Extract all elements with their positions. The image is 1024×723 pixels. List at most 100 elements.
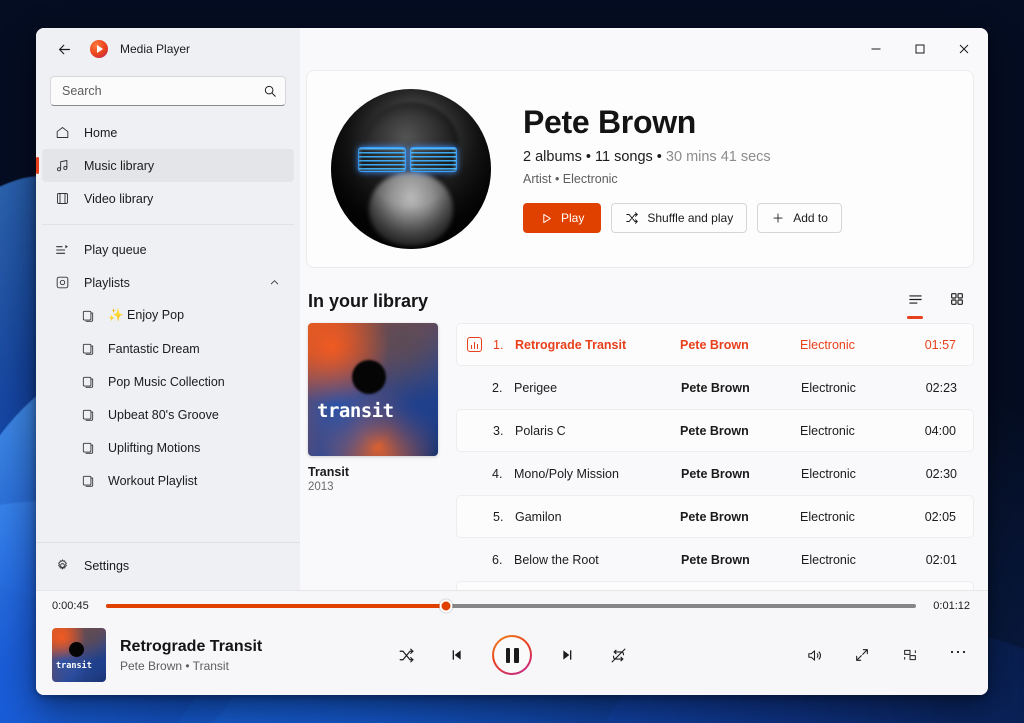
artist-stats: 2 albums • 11 songs • 30 mins 41 secs xyxy=(523,149,949,165)
sidebar-item-video-library[interactable]: Video library xyxy=(42,182,294,215)
album-cover[interactable]: transit xyxy=(308,323,438,456)
play-button-label: Play xyxy=(561,211,585,226)
sidebar-item-label: Music library xyxy=(84,158,155,173)
maximize-button[interactable] xyxy=(898,28,942,70)
minimize-button[interactable] xyxy=(854,28,898,70)
sidebar-playlist-uplifting-motions[interactable]: Uplifting Motions xyxy=(42,431,294,464)
sidebar-playlist-workout-playlist[interactable]: Workout Playlist xyxy=(42,464,294,497)
seek-fill xyxy=(106,604,447,608)
track-artist: Pete Brown xyxy=(680,509,749,524)
track-number: 6. xyxy=(492,552,503,567)
album-card[interactable]: transit Transit 2013 xyxy=(306,323,446,590)
controls-row: transit Retrograde Transit Pete Brown • … xyxy=(36,621,988,695)
table-row[interactable]: 3. Polaris C Pete Brown Electronic 04:00 xyxy=(456,409,974,452)
sidebar-group-playlists[interactable]: Playlists xyxy=(42,266,294,299)
previous-track-icon[interactable] xyxy=(442,641,470,669)
chevron-up-icon[interactable] xyxy=(269,277,280,288)
track-duration: 01:57 xyxy=(924,337,956,352)
track-number: 1. xyxy=(493,337,504,352)
seek-thumb[interactable] xyxy=(439,599,453,613)
track-duration: 02:30 xyxy=(925,466,957,481)
seek-slider[interactable] xyxy=(106,599,916,613)
artist-info: Pete Brown 2 albums • 11 songs • 30 mins… xyxy=(523,103,949,234)
sidebar-item-settings[interactable]: Settings xyxy=(42,549,294,582)
sidebar-playlist-upbeat-80s-groove[interactable]: Upbeat 80's Groove xyxy=(42,398,294,431)
video-frame-icon xyxy=(54,191,70,206)
track-genre: Electronic xyxy=(800,337,855,352)
media-player-window: Media Player Search Home Music library V… xyxy=(36,28,988,695)
shuffle-and-play-button[interactable]: Shuffle and play xyxy=(611,203,748,234)
track-title: Perigee xyxy=(514,380,558,395)
playlist-label: Fantastic Dream xyxy=(108,341,200,356)
shuffle-button-label: Shuffle and play xyxy=(647,211,734,226)
next-track-icon[interactable] xyxy=(554,641,582,669)
sidebar-playlist-fantastic-dream[interactable]: Fantastic Dream xyxy=(42,332,294,365)
track-artist: Pete Brown xyxy=(680,423,749,438)
table-row[interactable]: 7. Major Atway's Nightmare Pete Brown El… xyxy=(456,581,974,590)
table-row[interactable]: 2. Perigee Pete Brown Electronic 02:23 xyxy=(456,366,974,409)
sidebar-header: Media Player xyxy=(36,28,300,70)
track-title: Polaris C xyxy=(515,423,566,438)
play-queue-icon xyxy=(54,242,70,258)
library-section-header: In your library xyxy=(308,286,970,312)
sidebar-group-label: Playlists xyxy=(84,275,130,290)
playlist-label: Uplifting Motions xyxy=(108,440,201,455)
playlist-icon xyxy=(80,441,96,455)
add-to-button[interactable]: Add to xyxy=(757,203,842,234)
window-body: Media Player Search Home Music library V… xyxy=(36,28,988,590)
shuffle-icon[interactable] xyxy=(392,641,420,669)
volume-icon[interactable] xyxy=(800,641,828,669)
artist-header-card: Pete Brown 2 albums • 11 songs • 30 mins… xyxy=(306,70,974,268)
table-row[interactable]: 5. Gamilon Pete Brown Electronic 02:05 xyxy=(456,495,974,538)
artist-subtitle: Artist • Electronic xyxy=(523,172,618,187)
more-options-icon[interactable]: ⋯ xyxy=(944,641,972,669)
play-button[interactable]: Play xyxy=(523,203,602,234)
track-number: 4. xyxy=(492,466,503,481)
sidebar-playlist-pop-music-collection[interactable]: Pop Music Collection xyxy=(42,365,294,398)
search-input[interactable] xyxy=(62,84,263,98)
sidebar-divider xyxy=(42,224,294,225)
now-playing-art[interactable]: transit xyxy=(52,628,106,682)
search-box[interactable] xyxy=(50,76,286,106)
stat-sep-2: • xyxy=(652,149,666,166)
pause-icon[interactable] xyxy=(492,635,532,675)
now-playing-text: Retrograde Transit Pete Brown • Transit xyxy=(120,638,262,673)
close-button[interactable] xyxy=(942,28,986,70)
sidebar-item-music-library[interactable]: Music library xyxy=(36,149,294,182)
track-title: Below the Root xyxy=(514,552,599,567)
sidebar-item-home[interactable]: Home xyxy=(42,116,294,149)
back-arrow-icon[interactable] xyxy=(50,35,78,63)
table-row[interactable]: 6. Below the Root Pete Brown Electronic … xyxy=(456,538,974,581)
equalizer-icon xyxy=(467,337,493,352)
track-genre: Electronic xyxy=(801,380,856,395)
sidebar-item-label: Settings xyxy=(84,558,130,573)
view-toggle-group xyxy=(902,286,970,312)
track-artist: Pete Brown xyxy=(680,337,749,352)
playlist-icon xyxy=(80,342,96,356)
playlist-label: Workout Playlist xyxy=(108,473,198,488)
sidebar-item-play-queue[interactable]: Play queue xyxy=(42,233,294,266)
search-icon[interactable] xyxy=(263,84,277,98)
playlist-icon xyxy=(80,474,96,488)
home-icon xyxy=(54,125,70,140)
track-artist: Pete Brown xyxy=(681,380,750,395)
fullscreen-icon[interactable] xyxy=(848,641,876,669)
repeat-off-icon[interactable] xyxy=(604,641,632,669)
gear-icon xyxy=(54,558,70,573)
album-year: 2013 xyxy=(308,481,334,493)
track-duration: 02:05 xyxy=(924,509,956,524)
sidebar-playlist-enjoy-pop[interactable]: ✨ Enjoy Pop xyxy=(42,299,294,332)
sidebar: Media Player Search Home Music library V… xyxy=(36,28,300,590)
now-playing-title: Retrograde Transit xyxy=(120,637,263,655)
mini-player-icon[interactable] xyxy=(896,641,924,669)
track-title: Retrograde Transit xyxy=(515,337,627,352)
player-right-controls: ⋯ xyxy=(800,641,972,669)
sidebar-item-label: Play queue xyxy=(84,242,147,257)
grid-view-icon[interactable] xyxy=(944,286,970,312)
table-row[interactable]: 1. Retrograde Transit Pete Brown Electro… xyxy=(456,323,974,366)
media-player-logo-icon xyxy=(90,40,108,58)
list-view-icon[interactable] xyxy=(902,286,928,312)
page-title: Pete Brown xyxy=(523,103,697,140)
table-row[interactable]: 4. Mono/Poly Mission Pete Brown Electron… xyxy=(456,452,974,495)
playlist-list: ✨ Enjoy Pop Fantastic Dream Pop Music Co… xyxy=(42,299,294,497)
